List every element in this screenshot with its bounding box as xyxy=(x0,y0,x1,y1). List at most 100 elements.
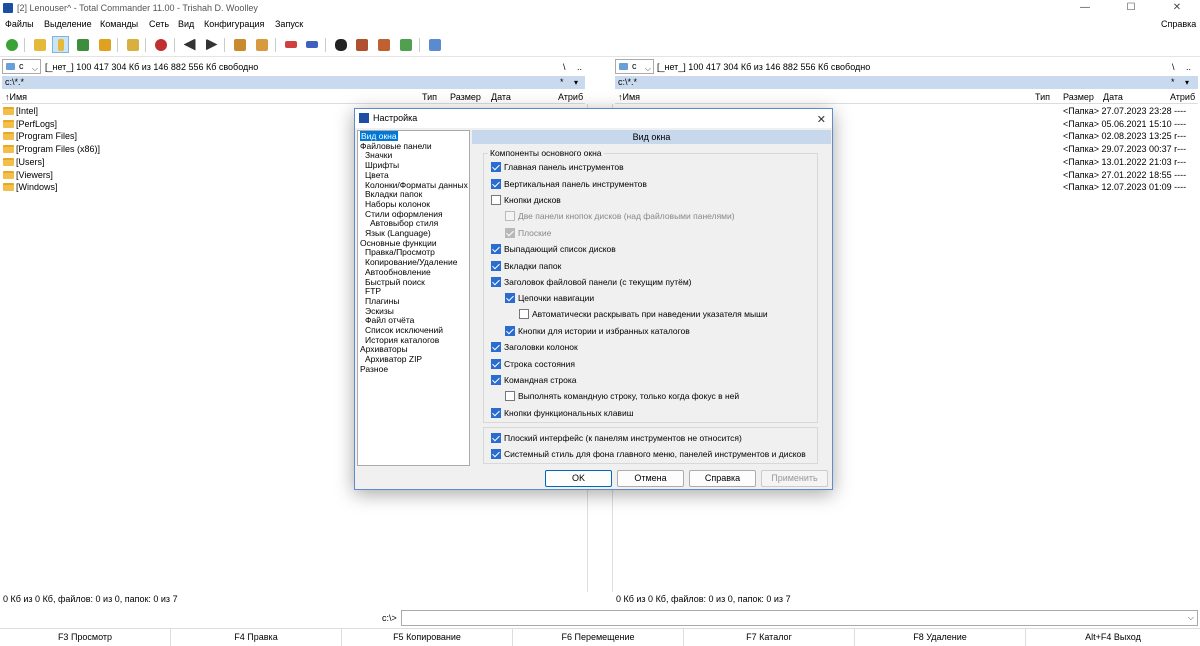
option-checkbox[interactable]: Строка состояния xyxy=(491,359,575,370)
forward-arrow-icon[interactable] xyxy=(203,36,220,53)
right-file-row[interactable]: <Папка> 29.07.2023 00:37 r--- xyxy=(1063,143,1186,156)
menu-view[interactable]: Вид xyxy=(178,19,194,29)
option-checkbox: Плоские xyxy=(505,228,551,239)
pack-icon[interactable] xyxy=(231,36,248,53)
right-file-row[interactable]: <Папка> 02.08.2023 13:25 r--- xyxy=(1063,130,1186,143)
right-col-name[interactable]: ↑Имя xyxy=(618,91,640,104)
refresh-icon[interactable] xyxy=(3,36,20,53)
option-checkbox[interactable]: Кнопки дисков xyxy=(491,195,561,206)
f5-copy-button[interactable]: F5 Копирование xyxy=(342,629,513,646)
alt-f4-exit-button[interactable]: Alt+F4 Выход xyxy=(1026,629,1200,646)
compare-icon[interactable] xyxy=(152,36,169,53)
left-col-date[interactable]: Дата xyxy=(491,91,511,104)
command-input[interactable]: ⌵ xyxy=(401,610,1198,626)
help-button[interactable]: Справка xyxy=(689,470,756,487)
right-col-size[interactable]: Размер xyxy=(1063,91,1094,104)
close-button[interactable]: ✕ xyxy=(1154,0,1200,16)
option-checkbox[interactable]: Выпадающий список дисков xyxy=(491,244,616,255)
minimize-button[interactable]: — xyxy=(1062,0,1108,16)
file-name: [Users] xyxy=(16,157,45,167)
f4-edit-button[interactable]: F4 Правка xyxy=(171,629,342,646)
left-col-attr[interactable]: Атриб xyxy=(558,91,583,104)
option-checkbox[interactable]: Вкладки папок xyxy=(491,261,561,272)
option-checkbox[interactable]: Цепочки навигации xyxy=(505,293,594,304)
option-checkbox[interactable]: Главная панель инструментов xyxy=(491,162,624,173)
right-file-row[interactable]: <Папка> 12.07.2023 01:09 ---- xyxy=(1063,181,1186,194)
option-checkbox[interactable]: Выполнять командную строку, только когда… xyxy=(505,391,739,402)
menu-files[interactable]: Файлы xyxy=(5,19,34,29)
right-col-attr[interactable]: Атриб xyxy=(1170,91,1195,104)
f7-mkdir-button[interactable]: F7 Каталог xyxy=(684,629,855,646)
tree-item-window-view[interactable]: Вид окна xyxy=(360,131,398,141)
right-col-type[interactable]: Тип xyxy=(1035,91,1050,104)
left-col-size[interactable]: Размер xyxy=(450,91,481,104)
menu-start[interactable]: Запуск xyxy=(275,19,303,29)
left-file-row[interactable]: [Users] xyxy=(3,156,45,169)
checkbox-icon xyxy=(519,309,529,319)
right-drive-select[interactable]: c ⌵ xyxy=(615,59,654,74)
left-path-star[interactable]: * xyxy=(560,76,564,89)
right-file-row[interactable]: <Папка> 13.01.2022 21:03 r--- xyxy=(1063,156,1186,169)
multi-rename-icon[interactable] xyxy=(353,36,370,53)
f8-delete-button[interactable]: F8 Удаление xyxy=(855,629,1026,646)
back-arrow-icon[interactable] xyxy=(181,36,198,53)
full-view-icon[interactable] xyxy=(52,36,69,53)
f6-move-button[interactable]: F6 Перемещение xyxy=(513,629,684,646)
dialog-close-icon[interactable]: ✕ xyxy=(817,111,826,130)
option-checkbox[interactable]: Системный стиль для фона главного меню, … xyxy=(491,449,806,460)
right-root-button[interactable]: \ xyxy=(1172,62,1175,72)
right-path-dropdown-icon[interactable]: ▾ xyxy=(1185,76,1189,89)
thumbnails-icon[interactable] xyxy=(74,36,91,53)
menu-network[interactable]: Сеть xyxy=(149,19,169,29)
option-label: Плоский интерфейс (к панелям инструменто… xyxy=(504,433,742,443)
right-path-star[interactable]: * xyxy=(1171,76,1175,89)
ftp-connect-icon[interactable] xyxy=(282,36,299,53)
left-up-button[interactable]: .. xyxy=(577,62,582,72)
menu-configuration[interactable]: Конфигурация xyxy=(204,19,264,29)
right-col-date[interactable]: Дата xyxy=(1103,91,1123,104)
unpack-icon[interactable] xyxy=(253,36,270,53)
left-root-button[interactable]: \ xyxy=(563,62,566,72)
left-file-row[interactable]: [Intel] xyxy=(3,105,38,118)
cancel-button[interactable]: Отмена xyxy=(617,470,684,487)
left-file-row[interactable]: [Program Files (x86)] xyxy=(3,143,100,156)
left-col-type[interactable]: Тип xyxy=(422,91,437,104)
right-up-button[interactable]: .. xyxy=(1186,62,1191,72)
search-icon[interactable] xyxy=(332,36,349,53)
left-file-row[interactable]: [Program Files] xyxy=(3,130,77,143)
tree-item[interactable]: Разное xyxy=(360,364,388,375)
tree-view-icon[interactable] xyxy=(96,36,113,53)
url-connect-icon[interactable] xyxy=(303,36,320,53)
left-col-name[interactable]: ↑Имя xyxy=(5,91,27,104)
right-file-row[interactable]: <Папка> 27.07.2023 23:28 ---- xyxy=(1063,105,1186,118)
brief-view-icon[interactable] xyxy=(31,36,48,53)
left-path-bar[interactable]: c:\*.* * ▾ xyxy=(2,76,585,89)
option-checkbox[interactable]: Автоматически раскрывать при наведении у… xyxy=(519,309,768,320)
option-checkbox[interactable]: Кнопки для истории и избранных каталогов xyxy=(505,326,690,337)
f3-view-button[interactable]: F3 Просмотр xyxy=(0,629,171,646)
option-checkbox[interactable]: Заголовки колонок xyxy=(491,342,578,353)
maximize-button[interactable]: ☐ xyxy=(1108,0,1154,16)
left-path-dropdown-icon[interactable]: ▾ xyxy=(574,76,578,89)
left-drive-select[interactable]: c ⌵ xyxy=(2,59,41,74)
option-checkbox[interactable]: Заголовок файловой панели (с текущим пут… xyxy=(491,277,692,288)
option-checkbox[interactable]: Плоский интерфейс (к панелям инструменто… xyxy=(491,433,742,444)
plugins-icon[interactable] xyxy=(397,36,414,53)
folder-icon xyxy=(3,183,14,191)
menu-selection[interactable]: Выделение xyxy=(44,19,92,29)
ok-button[interactable]: OK xyxy=(545,470,612,487)
menu-commands[interactable]: Команды xyxy=(100,19,138,29)
option-label: Две панели кнопок дисков (над файловыми … xyxy=(518,211,735,221)
notepad-icon[interactable] xyxy=(426,36,443,53)
sync-dirs-icon[interactable] xyxy=(375,36,392,53)
option-checkbox[interactable]: Командная строка xyxy=(491,375,577,386)
chevron-down-icon[interactable]: ⌵ xyxy=(1188,613,1194,623)
invert-selection-icon[interactable] xyxy=(124,36,141,53)
option-checkbox[interactable]: Вертикальная панель инструментов xyxy=(491,179,647,190)
checkbox-icon xyxy=(491,449,501,459)
menu-help[interactable]: Справка xyxy=(1161,19,1196,29)
right-path-bar[interactable]: c:\*.* * ▾ xyxy=(615,76,1198,89)
left-file-row[interactable]: [Windows] xyxy=(3,181,58,194)
option-checkbox[interactable]: Кнопки функциональных клавиш xyxy=(491,408,634,419)
file-attr: r--- xyxy=(1174,144,1187,154)
